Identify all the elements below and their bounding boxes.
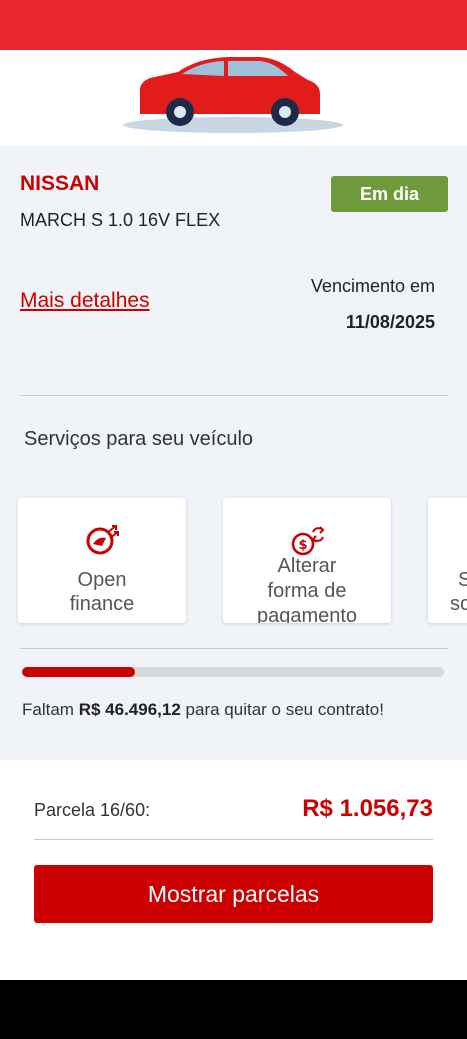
due-date-label: Vencimento em [310,276,435,296]
service-card-label: so [450,593,467,615]
car-illustration [123,57,343,133]
contract-progress-fill [22,667,135,677]
service-card-payment-method[interactable]: $ Alterar forma de pagamento [223,498,391,623]
open-finance-icon [86,525,119,555]
vehicle-brand: NISSAN [20,172,100,195]
system-nav-bar [0,980,467,1039]
payment-change-icon: $ [291,526,325,556]
service-card-open-finance[interactable]: Open finance [18,498,186,623]
service-card-label: pagamento [256,605,358,623]
remaining-amount: R$ 46.496,12 [78,700,181,719]
contract-progress-bar [22,667,444,677]
services-title: Serviços para seu veículo [24,428,254,450]
contract-summary: NISSAN MARCH S 1.0 16V FLEX Em dia Mais … [0,146,467,760]
vehicle-model: MARCH S 1.0 16V FLEX [20,210,221,230]
service-card-label: finance [69,593,135,615]
service-card-label: forma de [267,580,347,602]
due-date-value: 11/08/2025 [345,312,435,332]
divider [20,648,448,649]
vehicle-hero [0,50,467,146]
remaining-prefix: Faltam [22,700,74,719]
remaining-amount-text: Faltam R$ 46.496,12 para quitar o seu co… [22,692,432,727]
installment-value: R$ 1.056,73 [302,795,433,822]
service-card-label: Open [77,569,127,591]
remaining-suffix: para quitar o seu contrato! [185,700,384,719]
service-card-label: S [458,569,467,591]
top-header-bar [0,0,467,50]
installment-label: Parcela 16/60: [34,800,151,820]
show-installments-button[interactable]: Mostrar parcelas [34,865,433,923]
divider [20,395,448,396]
service-card-label: Alterar [277,555,337,577]
svg-text:$: $ [298,538,307,553]
status-badge: Em dia [331,176,448,212]
installment-panel: Parcela 16/60: R$ 1.056,73 Mostrar parce… [0,760,467,980]
divider [34,839,433,840]
more-details-link[interactable]: Mais detalhes [20,289,150,313]
service-card-partial[interactable]: S so [428,498,467,623]
